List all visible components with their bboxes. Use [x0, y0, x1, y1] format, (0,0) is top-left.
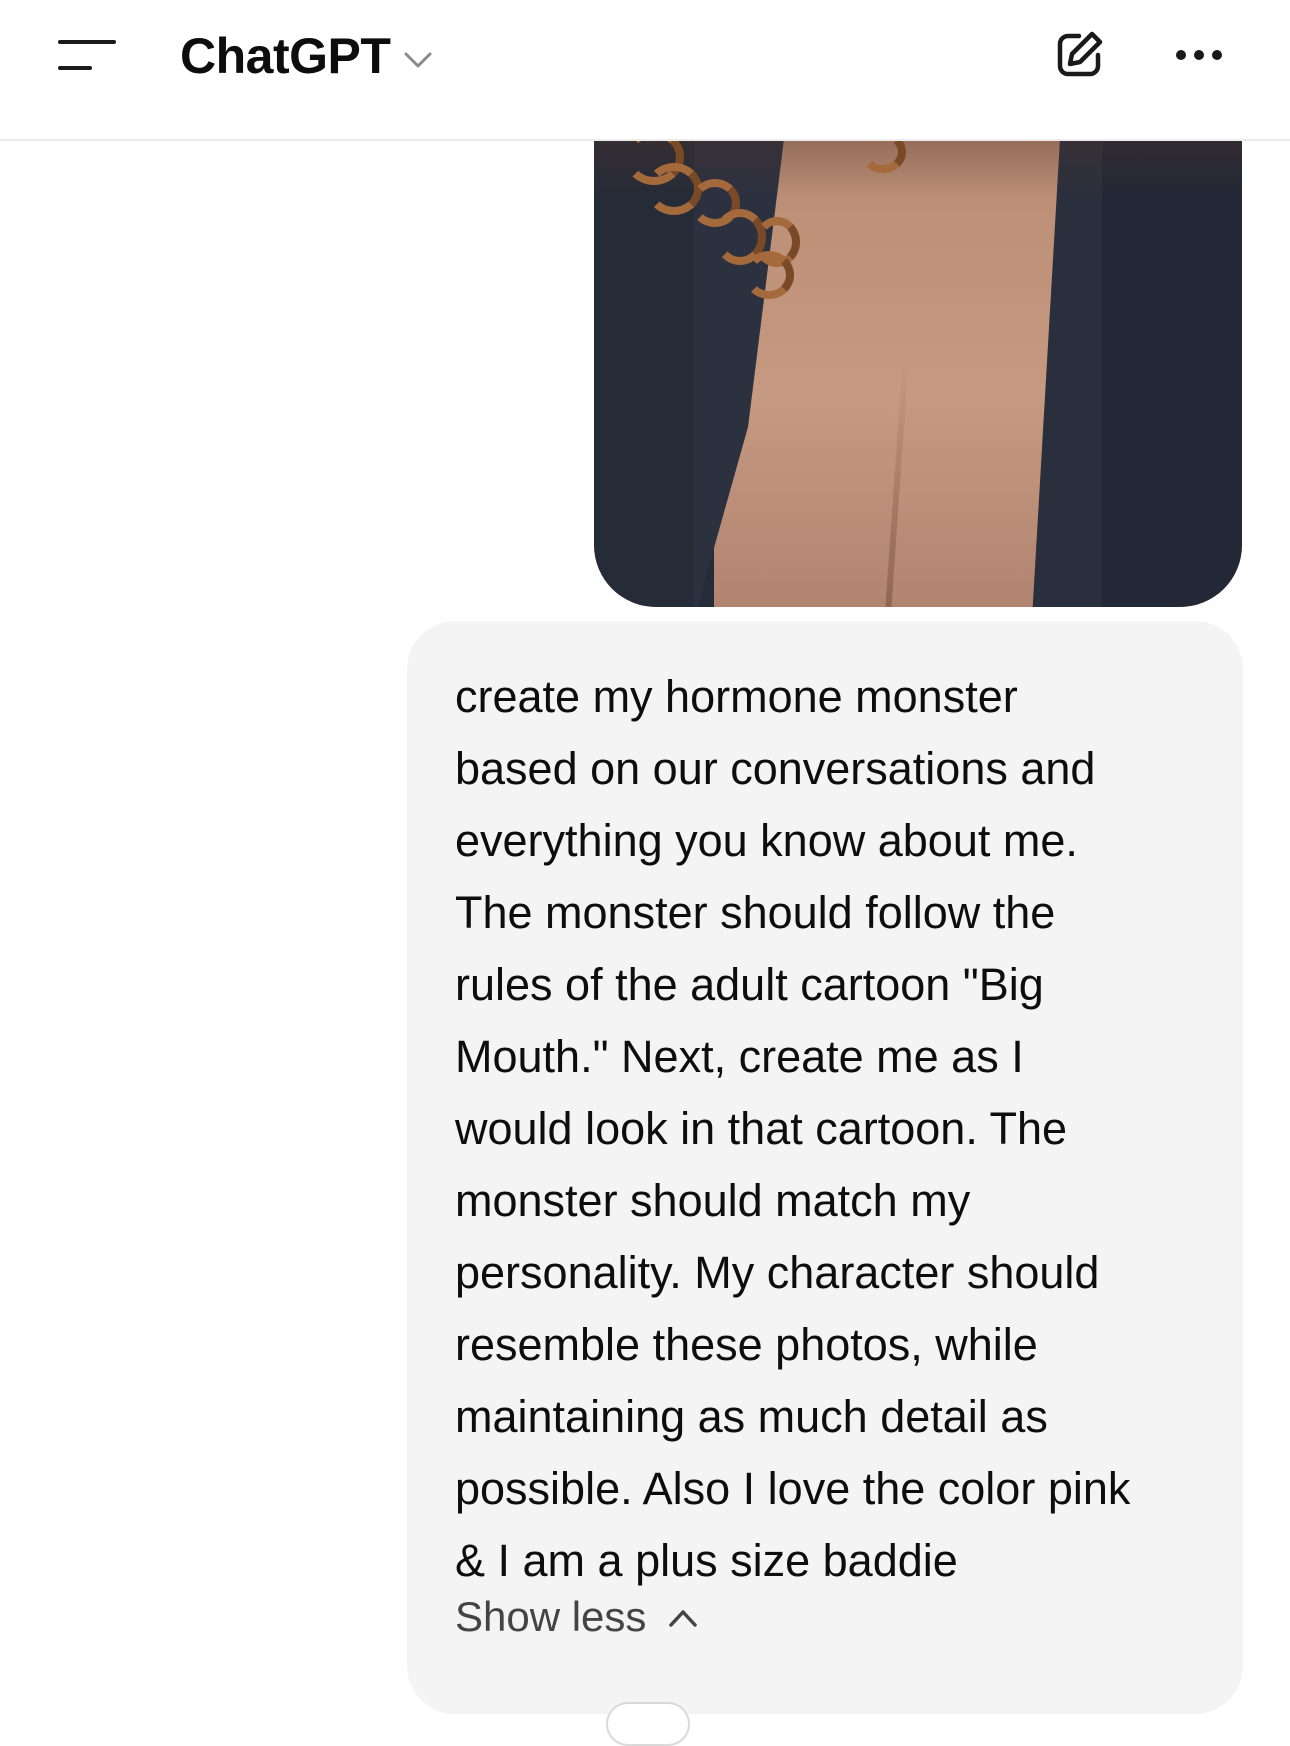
sidebar-menu-icon[interactable] — [58, 36, 122, 76]
model-selector[interactable]: ChatGPT — [180, 24, 432, 88]
photo-garment-right — [1092, 139, 1242, 607]
show-less-button[interactable]: Show less — [455, 1593, 698, 1641]
top-bar: ChatGPT — [0, 0, 1290, 141]
menu-bar-long — [58, 40, 116, 44]
model-name: ChatGPT — [180, 28, 391, 84]
photo-hair-curl — [744, 251, 794, 299]
user-photo-attachment[interactable] — [594, 139, 1242, 607]
photo-garment-right-edge — [1032, 139, 1102, 607]
chevron-up-icon — [669, 1610, 698, 1627]
user-message-bubble: create my hormone monster based on our c… — [407, 621, 1243, 1714]
chat-thread[interactable]: create my hormone monster based on our c… — [0, 139, 1290, 1714]
user-message-text: create my hormone monster based on our c… — [455, 671, 1131, 1586]
photo-shading — [885, 359, 909, 607]
chevron-down-icon — [404, 52, 432, 68]
edit-icon[interactable] — [1052, 28, 1106, 82]
scroll-down-button[interactable] — [606, 1702, 690, 1746]
menu-bar-short — [58, 66, 92, 70]
ellipsis-icon[interactable] — [1172, 38, 1226, 72]
show-less-label: Show less — [455, 1593, 647, 1640]
